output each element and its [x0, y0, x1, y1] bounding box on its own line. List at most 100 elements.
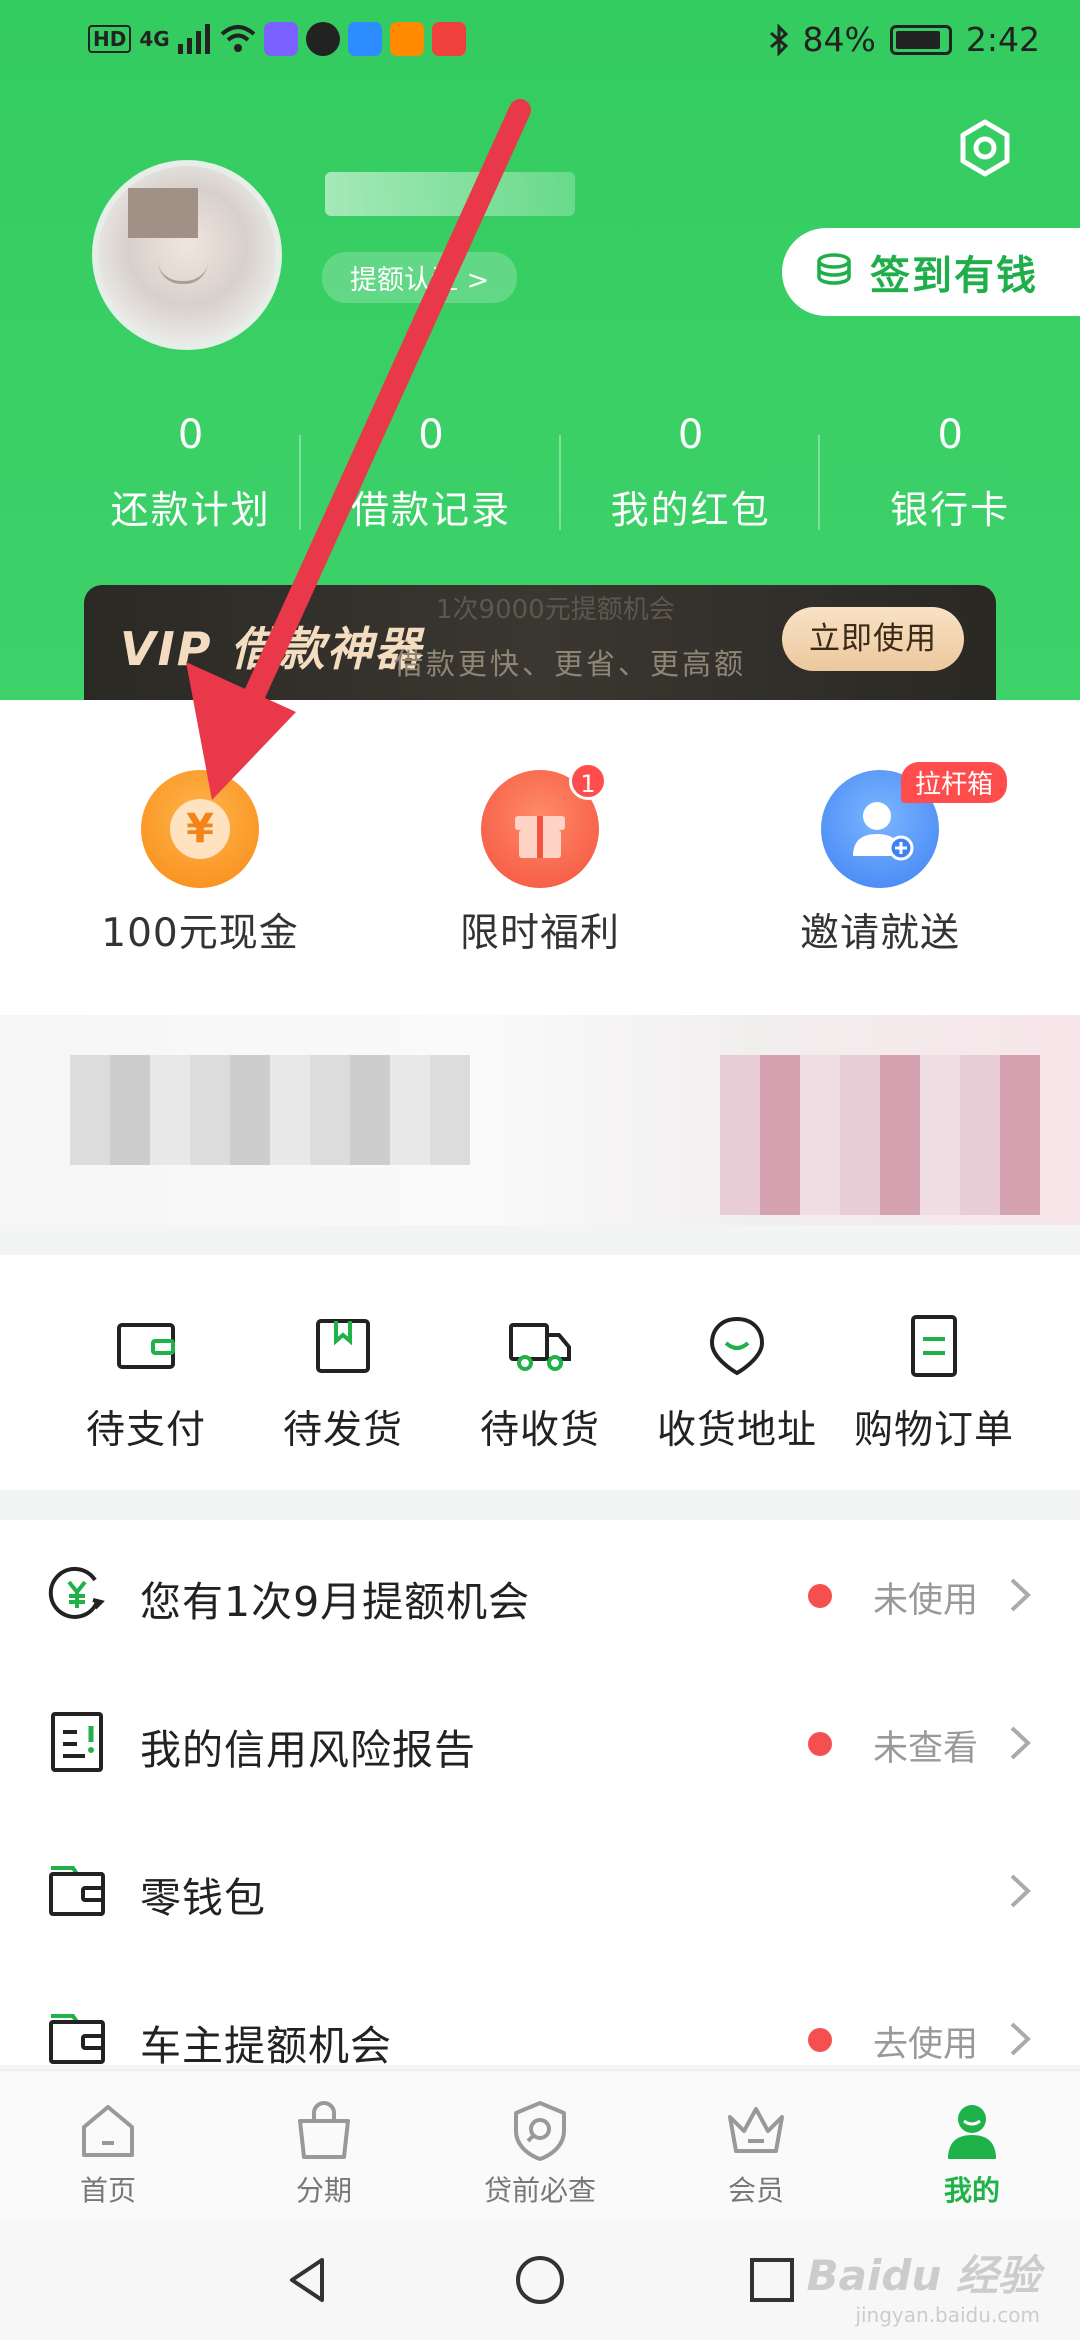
promo-banner-blurred[interactable]: [0, 1015, 1080, 1225]
signin-label: 签到有钱: [870, 253, 1038, 299]
tab-label: 首页: [79, 2174, 136, 2207]
bottom-tab-bar: 首页 分期 贷前必查 会员 我的: [0, 2070, 1080, 2220]
order-pending-receipt[interactable]: 待收货: [442, 1313, 638, 1455]
list-item-credit-report[interactable]: 我的信用风险报告 未查看: [0, 1668, 1080, 1816]
vip-title: VIP 借款神器: [120, 622, 423, 676]
watermark-brand: Baidu 经验: [806, 2251, 1040, 2300]
tab-mine[interactable]: 我的: [892, 2099, 1052, 2209]
battery-icon: [889, 24, 952, 55]
quick-invite-reward[interactable]: 拉杆箱 邀请就送: [710, 762, 1050, 958]
quick-label: 100元现金: [101, 911, 299, 956]
profile-icon: [948, 2105, 996, 2159]
tab-label: 分期: [295, 2174, 352, 2207]
order-doc-icon: [911, 1315, 957, 1377]
daily-signin-button[interactable]: 签到有钱: [782, 228, 1080, 316]
network-type: 4G: [139, 27, 170, 51]
promo-character-image: [720, 1055, 1040, 1215]
vip-loan-banner[interactable]: 1次9000元提额机会 VIP 借款神器 借款更快、更省、更高额 立即使用: [84, 585, 996, 700]
book-app-icon: [431, 22, 466, 56]
stat-label: 还款计划: [110, 488, 271, 532]
order-shipping-address[interactable]: 收货地址: [639, 1313, 835, 1455]
hd-icon: HD: [88, 25, 132, 53]
verify-credit-link[interactable]: 提额认证 >: [322, 252, 518, 303]
invite-user-icon: 拉杆箱: [821, 762, 1008, 888]
wifi-icon: [220, 25, 256, 52]
tab-label: 会员: [727, 2174, 784, 2207]
tab-home[interactable]: 首页: [28, 2099, 188, 2209]
stat-bank-cards[interactable]: 0 银行卡: [820, 405, 1080, 555]
list-title: 我的信用风险报告: [140, 1726, 476, 1774]
vip-subtitle: 借款更快、更省、更高额: [394, 647, 747, 681]
bluetooth-icon: [769, 23, 788, 56]
system-navigation-bar: Baidu 经验 jingyan.baidu.com: [0, 2220, 1080, 2340]
wallet-icon: [49, 1866, 105, 1916]
order-label: 购物订单: [853, 1408, 1014, 1453]
truck-icon: [509, 1323, 571, 1371]
chevron-right-icon: [1010, 1874, 1031, 1908]
package-icon: [316, 1319, 370, 1373]
service-list: 您有1次9月提额机会 未使用 我的信用风险报告 未查看 零钱包 车主提额机会 去…: [0, 1520, 1080, 2065]
status-icons-right: 84% 2:42: [769, 20, 1040, 59]
quick-cash-100[interactable]: ¥ 100元现金: [30, 770, 370, 958]
list-status: 未查看: [873, 1729, 979, 1769]
news-app-icon: [389, 22, 424, 56]
settings-gear-icon[interactable]: [955, 118, 1015, 178]
orders-card: 待支付 待发货 待收货 收货地址 购物订单: [0, 1255, 1080, 1490]
order-label: 待收货: [479, 1408, 600, 1453]
list-item-wallet[interactable]: 零钱包: [0, 1816, 1080, 1964]
tab-pre-loan-check[interactable]: 贷前必查: [460, 2099, 620, 2209]
list-title: 您有1次9月提额机会: [140, 1578, 531, 1626]
order-shopping-orders[interactable]: 购物订单: [836, 1313, 1032, 1455]
weather-app-icon: [347, 22, 382, 56]
profile-header: HD 4G 84% 2:42 提额认证 > 签到有钱 0 还款计划 0 借款记录…: [0, 0, 1080, 700]
coin-stack-icon: [817, 253, 851, 285]
home-circle-icon[interactable]: [512, 2252, 568, 2308]
unread-dot: [808, 1584, 832, 1608]
bag-icon: [298, 2101, 350, 2159]
stat-label: 我的红包: [610, 488, 771, 532]
quick-label: 限时福利: [459, 911, 620, 956]
chevron-right-icon: [1010, 2022, 1031, 2056]
wallet-icon: [49, 2014, 105, 2064]
recents-square-icon[interactable]: [744, 2252, 800, 2308]
stat-value: 0: [677, 412, 704, 458]
vip-faint-text: 1次9000元提额机会: [436, 595, 675, 625]
tab-installment[interactable]: 分期: [244, 2099, 404, 2209]
stat-repayment-plan[interactable]: 0 还款计划: [80, 405, 302, 555]
tab-membership[interactable]: 会员: [676, 2099, 836, 2209]
chevron-right-icon: [1010, 1578, 1031, 1612]
vip-use-now-button[interactable]: 立即使用: [782, 607, 964, 671]
stat-loan-records[interactable]: 0 借款记录: [301, 405, 561, 555]
status-icons-left: HD 4G: [88, 22, 466, 56]
back-icon[interactable]: [280, 2252, 336, 2308]
order-pending-shipment[interactable]: 待发货: [245, 1313, 441, 1455]
stat-red-packets[interactable]: 0 我的红包: [561, 405, 821, 555]
signal-icon: [177, 24, 210, 54]
list-item-car-owner[interactable]: 车主提额机会 去使用: [0, 1964, 1080, 2065]
order-label: 待支付: [85, 1408, 206, 1453]
shield-search-icon: [514, 2101, 566, 2161]
location-icon: [709, 1316, 765, 1376]
home-icon: [82, 2105, 134, 2157]
stat-value: 0: [937, 412, 963, 458]
unread-dot: [808, 1732, 832, 1756]
yen-refresh-icon: [48, 1566, 105, 1619]
order-label: 收货地址: [656, 1408, 817, 1453]
order-pending-payment[interactable]: 待支付: [48, 1313, 244, 1455]
music-app-icon: [263, 22, 298, 56]
baidu-watermark: Baidu 经验 jingyan.baidu.com: [807, 2242, 1040, 2327]
yen-symbol: ¥: [170, 799, 230, 859]
list-item-credit-increase[interactable]: 您有1次9月提额机会 未使用: [0, 1520, 1080, 1668]
user-name-blurred: [325, 172, 575, 216]
quick-limited-welfare[interactable]: 1 限时福利: [370, 762, 710, 958]
tab-label: 我的: [943, 2174, 1000, 2207]
stat-value: 0: [418, 412, 444, 458]
quick-label: 邀请就送: [799, 911, 960, 956]
user-avatar[interactable]: [92, 160, 282, 350]
gift-icon: 1: [481, 762, 607, 888]
invite-tag: 拉杆箱: [901, 762, 1008, 803]
stat-label: 借款记录: [350, 488, 511, 532]
battery-percent: 84%: [802, 20, 876, 59]
order-label: 待发货: [282, 1408, 403, 1453]
app-notification-icon: [305, 22, 340, 56]
